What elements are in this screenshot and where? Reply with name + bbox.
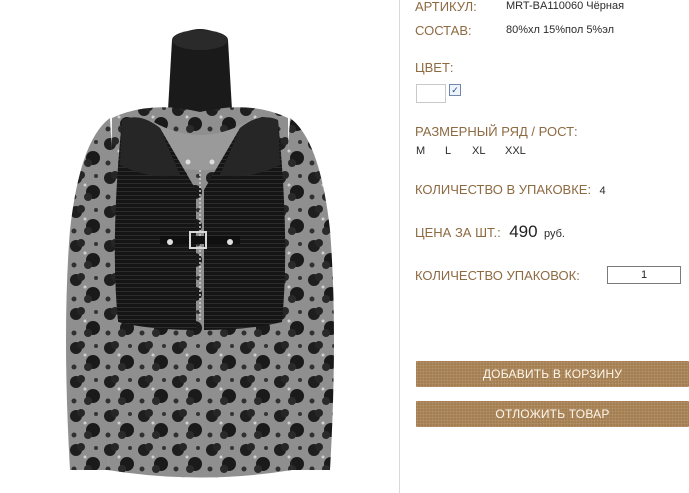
size-range-label: РАЗМЕРНЫЙ РЯД / РОСТ:: [415, 124, 578, 139]
composition-value: 80%хл 15%пол 5%эл: [506, 24, 615, 36]
color-checkbox[interactable]: ✓: [449, 84, 461, 96]
price-row: ЦЕНА ЗА ШТ.: 490 руб.: [415, 222, 565, 242]
color-label: ЦВЕТ:: [415, 60, 454, 75]
size-option: L: [445, 145, 452, 157]
price-label: ЦЕНА ЗА ШТ.:: [415, 225, 501, 240]
product-image: [66, 29, 334, 478]
pack-quantity-row: КОЛИЧЕСТВО В УПАКОВКЕ: 4: [415, 181, 606, 199]
sku-value: MRT-BA110060 Чёрная: [506, 0, 625, 12]
defer-item-button[interactable]: ОТЛОЖИТЬ ТОВАР: [416, 401, 689, 427]
size-option: XL: [472, 145, 486, 157]
sku-row: АРТИКУЛ: MRT-BA110060 Чёрная: [415, 0, 624, 16]
pack-quantity-value: 4: [599, 185, 606, 197]
price-value: 490: [509, 222, 538, 241]
sku-label: АРТИКУЛ:: [415, 0, 477, 14]
color-swatch[interactable]: [416, 84, 446, 103]
composition-label: СОСТАВ:: [415, 23, 472, 38]
packs-count-label: КОЛИЧЕСТВО УПАКОВОК:: [415, 268, 580, 283]
size-option: M: [416, 145, 426, 157]
size-option: XXL: [505, 145, 526, 157]
packs-count-input[interactable]: 1: [607, 266, 681, 284]
price-currency: руб.: [544, 228, 565, 240]
add-to-cart-button[interactable]: ДОБАВИТЬ В КОРЗИНУ: [416, 361, 689, 387]
composition-row: СОСТАВ: 80%хл 15%пол 5%эл: [415, 22, 614, 40]
pack-quantity-label: КОЛИЧЕСТВО В УПАКОВКЕ:: [415, 182, 592, 197]
product-photo: [0, 0, 400, 493]
